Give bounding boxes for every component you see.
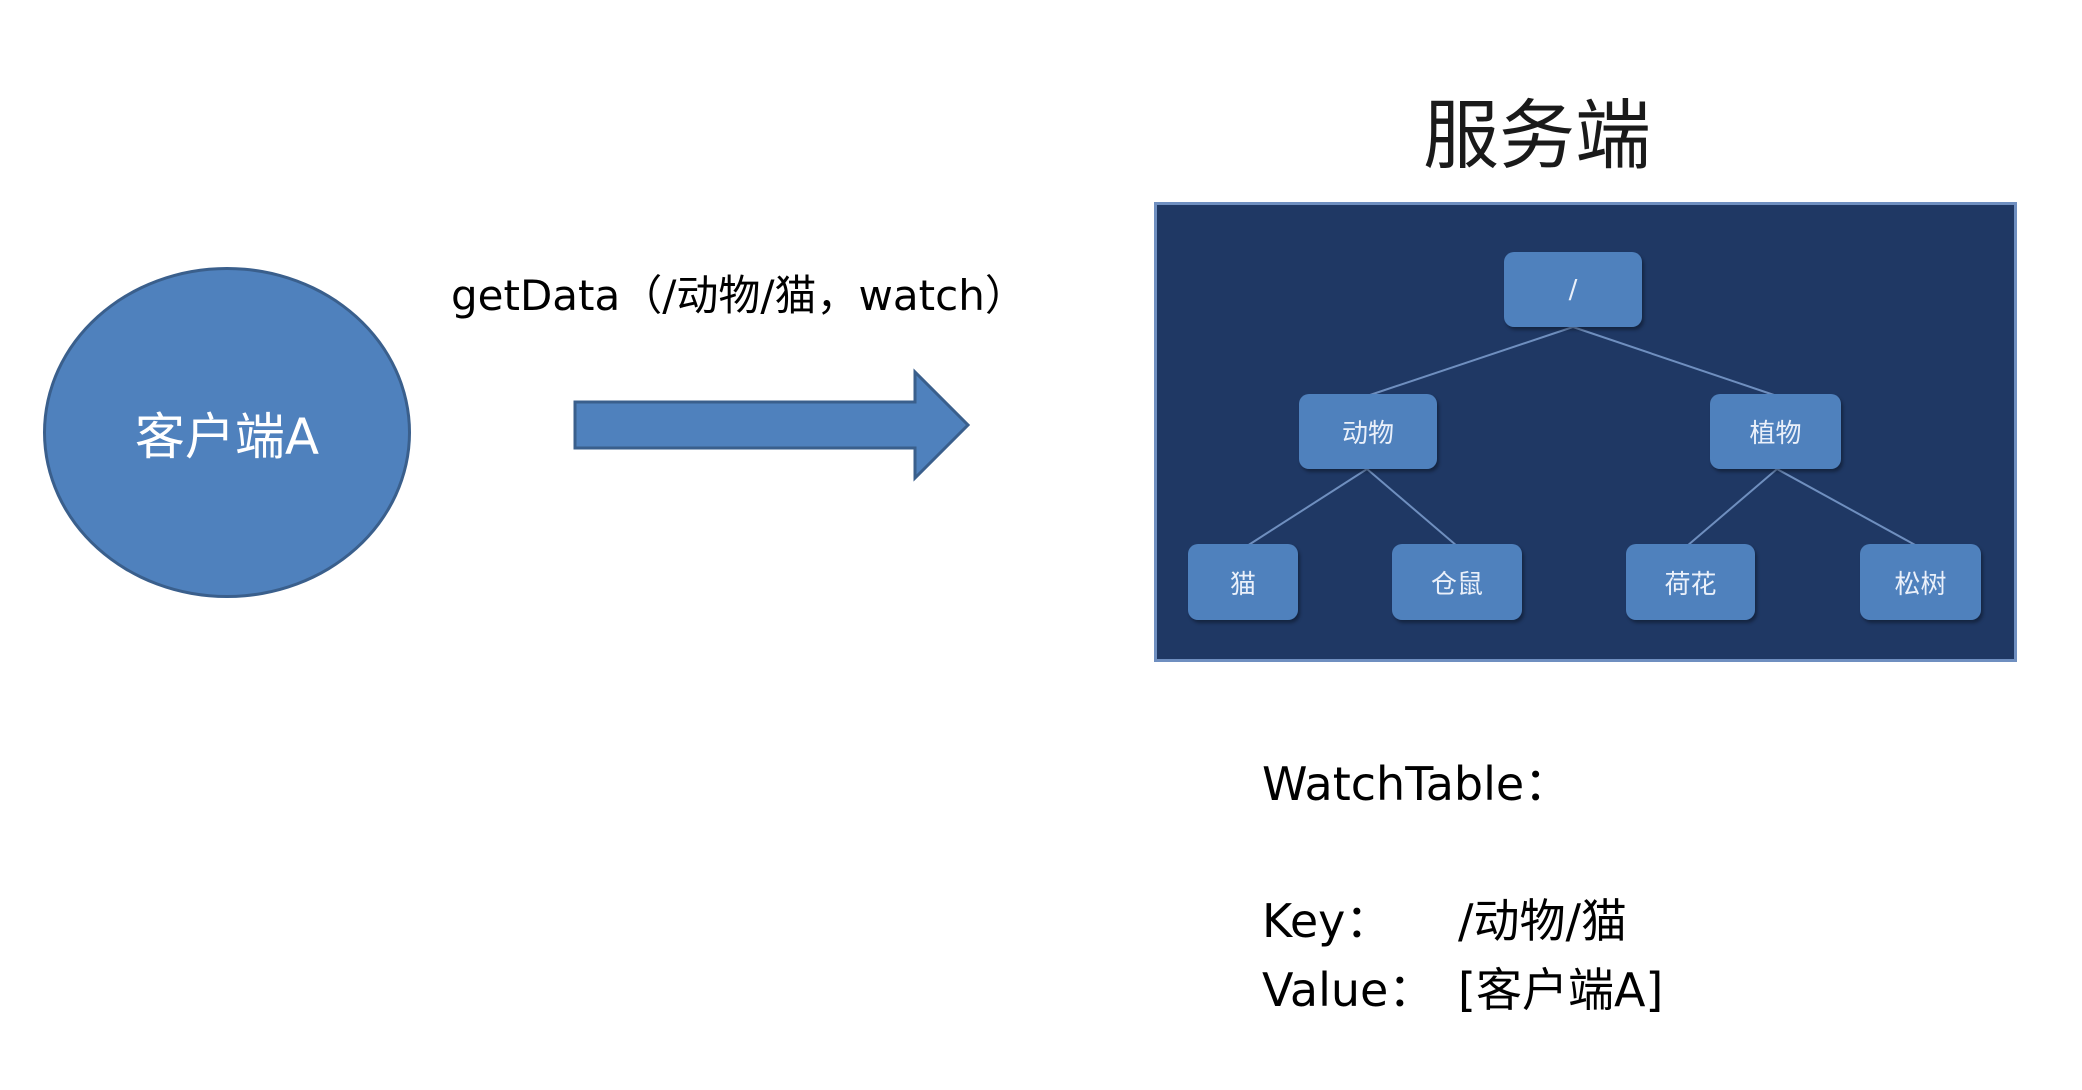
edge-animals-hamster — [1366, 468, 1458, 547]
tree-node-root-label: / — [1568, 274, 1578, 305]
watch-table-title: WatchTable： — [1262, 757, 1571, 811]
request-label: getData（/动物/猫，watch） — [451, 271, 1027, 320]
tree-node-animals-label: 动物 — [1341, 419, 1394, 449]
tree-node-lotus: 荷花 — [1626, 544, 1755, 620]
tree-node-plants: 植物 — [1710, 394, 1841, 469]
watch-value-label: Value： — [1262, 963, 1435, 1017]
arrow-shape — [573, 368, 971, 482]
tree-node-pine-label: 松树 — [1894, 569, 1947, 600]
tree-node-lotus-label: 荷花 — [1664, 569, 1717, 600]
watch-table-key-row: Key： /动物/猫 — [1262, 885, 1627, 951]
edge-animals-cat — [1246, 468, 1368, 547]
tree-node-cat-label: 猫 — [1229, 569, 1256, 600]
tree-node-animals: 动物 — [1299, 394, 1437, 469]
client-node: 客户端A — [43, 267, 411, 598]
tree-node-plants-label: 植物 — [1749, 419, 1802, 449]
edge-root-plants — [1572, 326, 1778, 397]
watch-key-label: Key： — [1262, 894, 1392, 948]
edge-plants-lotus — [1686, 468, 1778, 547]
watch-key-value: /动物/猫 — [1458, 894, 1627, 948]
tree-node-pine: 松树 — [1860, 544, 1981, 620]
tree-node-root: / — [1504, 252, 1642, 327]
edge-root-animals — [1366, 326, 1574, 397]
edge-plants-pine — [1776, 468, 1918, 547]
client-label: 客户端A — [134, 407, 320, 466]
server-tree-panel: / 动物 植物 猫 仓鼠 荷花 松树 — [1154, 202, 2017, 662]
watch-table-value-row: Value： [客户端A] — [1262, 954, 1663, 1020]
tree-node-hamster-label: 仓鼠 — [1430, 569, 1483, 600]
watch-value-value: [客户端A] — [1458, 963, 1664, 1017]
tree-node-hamster: 仓鼠 — [1392, 544, 1522, 620]
tree-node-cat: 猫 — [1188, 544, 1298, 620]
server-title: 服务端 — [1423, 91, 1651, 180]
